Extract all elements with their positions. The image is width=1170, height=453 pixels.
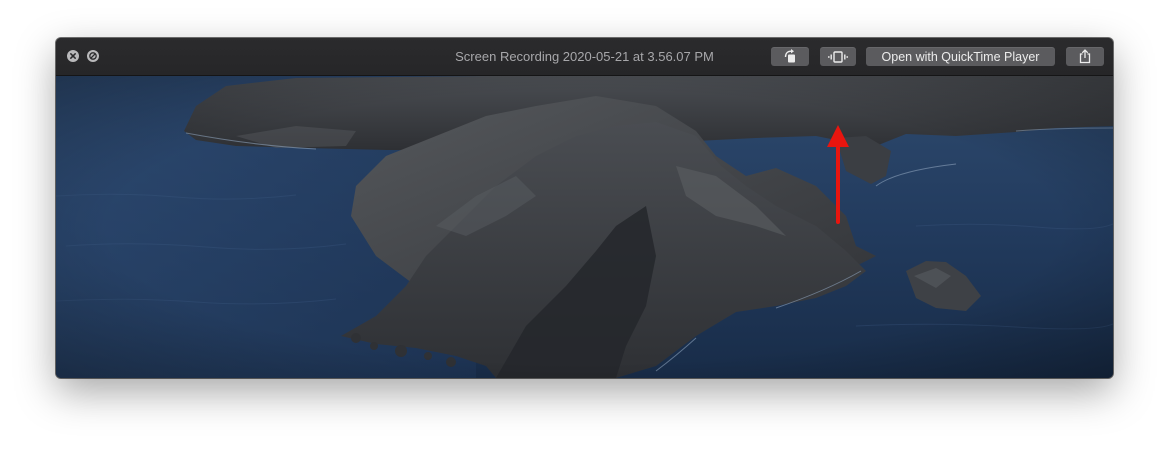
close-icon xyxy=(70,53,76,59)
rotate-button[interactable] xyxy=(771,47,809,66)
share-button[interactable] xyxy=(1066,47,1104,66)
title-bar: Screen Recording 2020-05-21 at 3.56.07 P… xyxy=(56,38,1113,76)
close-button[interactable] xyxy=(67,50,79,62)
video-frame xyxy=(56,76,1113,378)
rotate-left-icon xyxy=(784,49,795,63)
fullscreen-icon xyxy=(89,52,97,60)
fullscreen-button[interactable] xyxy=(87,50,99,62)
trim-icon xyxy=(827,50,849,63)
quick-look-window: Screen Recording 2020-05-21 at 3.56.07 P… xyxy=(56,38,1113,378)
trim-button[interactable] xyxy=(820,47,856,66)
open-with-quicktime-button[interactable]: Open with QuickTime Player xyxy=(866,47,1055,66)
share-icon xyxy=(1079,49,1091,64)
